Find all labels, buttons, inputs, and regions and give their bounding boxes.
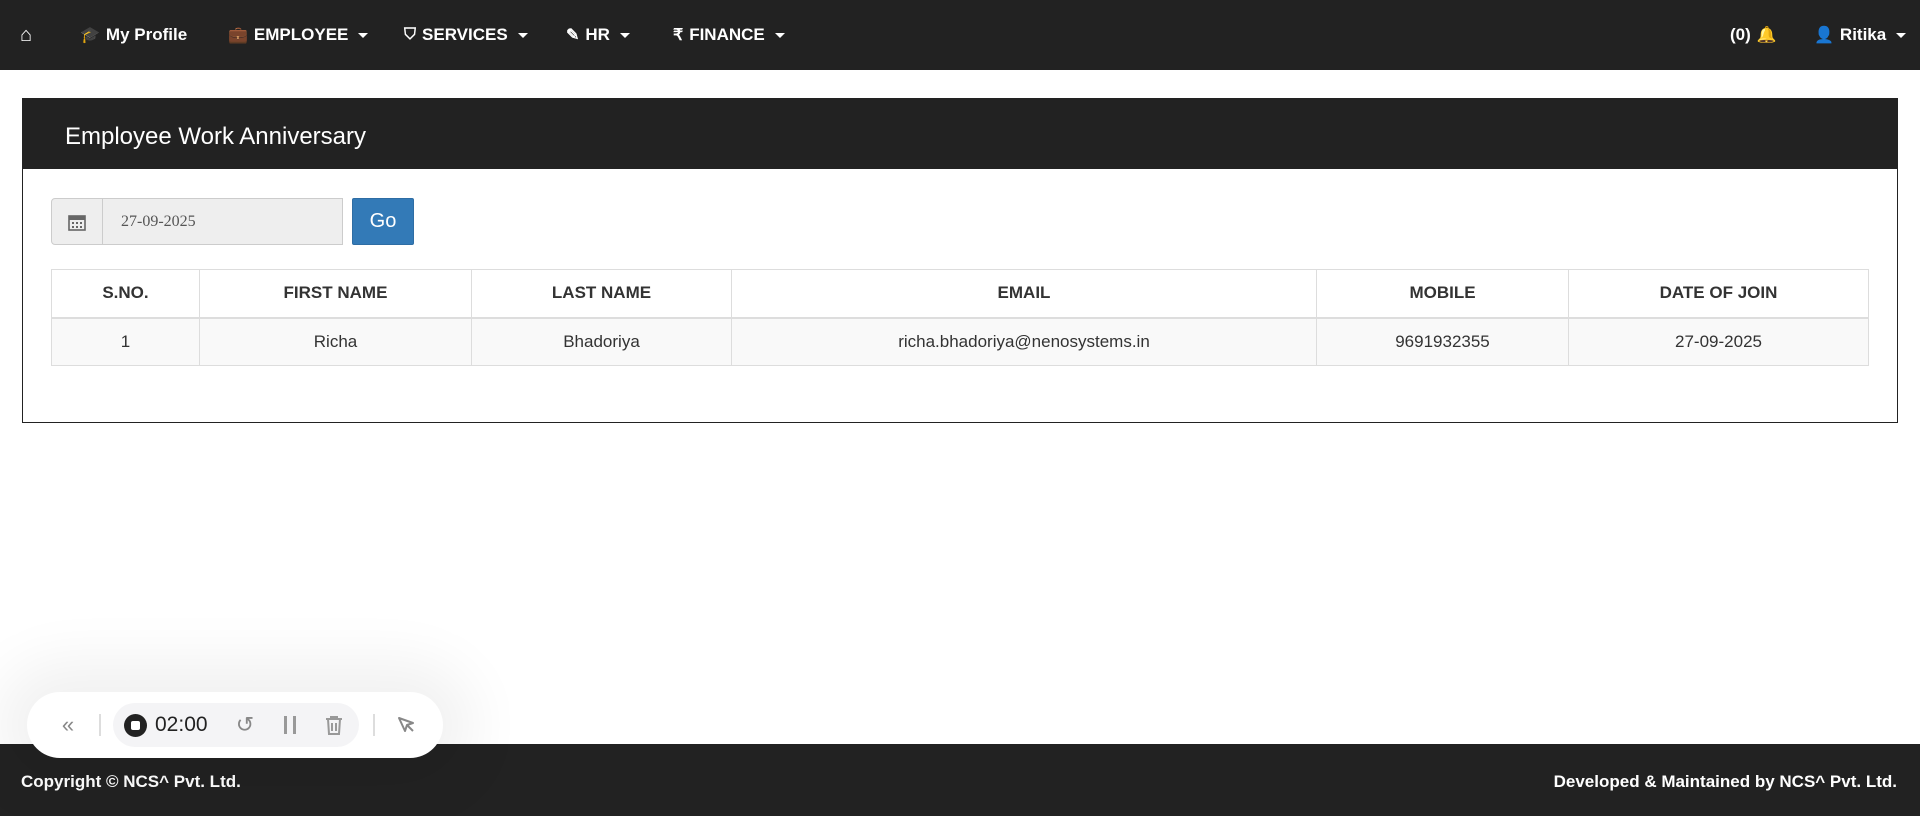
anniversary-table: S.NO. FIRST NAME LAST NAME EMAIL MOBILE …: [51, 269, 1869, 366]
top-navbar: ⌂ 🎓 My Profile 💼 EMPLOYEE ⛉ SERVICES ✎ HR ₹ F…: [0, 0, 1920, 70]
nav-my-profile[interactable]: 🎓 My Profile: [80, 0, 187, 70]
nav-label: SERVICES: [422, 25, 508, 44]
caret-down-icon: [358, 32, 369, 38]
recording-timer: 02:00: [155, 713, 208, 736]
home-icon: ⌂: [20, 23, 33, 46]
date-input[interactable]: 27-09-2025: [103, 198, 343, 245]
nav-employee[interactable]: 💼 EMPLOYEE: [228, 0, 369, 70]
cell-first-name: Richa: [199, 317, 472, 366]
date-input-group: 27-09-2025: [51, 198, 343, 245]
nav-label: My Profile: [105, 25, 188, 44]
column-header: S.NO.: [51, 269, 200, 319]
caret-down-icon: [774, 32, 785, 38]
collapse-icon[interactable]: «: [53, 710, 83, 740]
rupee-icon: ₹: [673, 27, 684, 44]
footer-developer: Developed & Maintained by NCS^ Pvt. Ltd.: [1553, 772, 1897, 791]
column-header: FIRST NAME: [199, 269, 472, 319]
user-name: Ritika: [1839, 25, 1887, 44]
cell-date-of-join: 27-09-2025: [1568, 317, 1869, 366]
cursor-pointer-icon[interactable]: [393, 712, 419, 738]
cell-last-name: Bhadoriya: [471, 317, 732, 366]
go-button[interactable]: Go: [352, 198, 414, 245]
nav-services[interactable]: ⛉ SERVICES: [404, 0, 528, 70]
edit-icon: ✎: [566, 27, 580, 44]
caret-down-icon: [619, 32, 630, 38]
user-icon: 👤: [1814, 27, 1834, 44]
nav-label: EMPLOYEE: [253, 25, 349, 44]
nav-hr[interactable]: ✎ HR: [566, 0, 630, 70]
cell-email: richa.bhadoriya@nenosystems.in: [731, 317, 1317, 366]
nav-notifications[interactable]: (0) 🔔: [1730, 0, 1777, 70]
notification-count: (0): [1730, 25, 1751, 44]
nav-label: FINANCE: [689, 25, 765, 44]
trash-icon[interactable]: [321, 712, 347, 738]
pause-icon[interactable]: [277, 712, 303, 738]
footer-copyright: Copyright © NCS^ Pvt. Ltd.: [21, 772, 241, 791]
anniversary-panel: Employee Work Anniversary 27-09-2025 Go …: [22, 98, 1898, 423]
column-header: LAST NAME: [471, 269, 732, 319]
table-row: 1 Richa Bhadoriya richa.bhadoriya@nenosy…: [51, 317, 1869, 366]
column-header: MOBILE: [1316, 269, 1569, 319]
shield-icon: ⛉: [404, 26, 417, 43]
column-header: EMAIL: [731, 269, 1317, 319]
column-header: DATE OF JOIN: [1568, 269, 1869, 319]
divider: [373, 714, 375, 736]
bell-icon: 🔔: [1756, 27, 1777, 44]
nav-user-menu[interactable]: 👤 Ritika: [1814, 0, 1907, 70]
caret-down-icon: [1896, 32, 1907, 38]
stop-icon[interactable]: [124, 714, 147, 737]
nav-finance[interactable]: ₹ FINANCE: [673, 0, 785, 70]
scrollbar[interactable]: [1900, 70, 1920, 744]
nav-home[interactable]: ⌂: [20, 0, 32, 70]
briefcase-icon: 💼: [228, 27, 248, 44]
divider: [99, 714, 101, 736]
table-header-row: S.NO. FIRST NAME LAST NAME EMAIL MOBILE …: [51, 269, 1869, 319]
cell-sno: 1: [51, 317, 200, 366]
recorder-toolbar: « 02:00 ↺: [27, 692, 443, 758]
restart-icon[interactable]: ↺: [232, 712, 258, 738]
nav-label: HR: [585, 25, 610, 44]
graduation-cap-icon: 🎓: [80, 27, 100, 44]
calendar-icon[interactable]: [51, 198, 103, 245]
cell-mobile: 9691932355: [1316, 317, 1569, 366]
panel-title: Employee Work Anniversary: [23, 99, 1897, 169]
caret-down-icon: [517, 32, 528, 38]
